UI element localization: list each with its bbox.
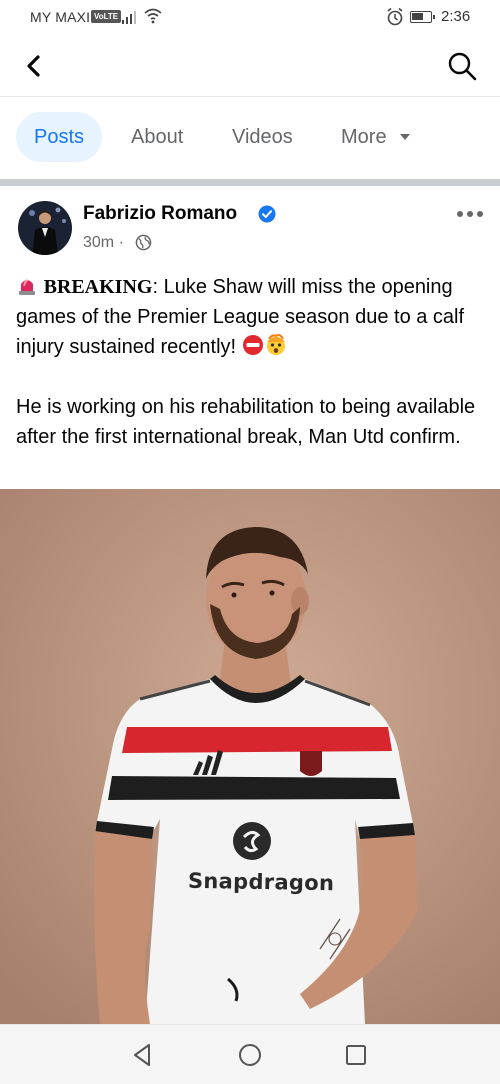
battery-icon bbox=[410, 11, 435, 23]
post-text: BREAKING: Luke Shaw will miss the openin… bbox=[16, 272, 488, 452]
recents-square-icon[interactable] bbox=[342, 1041, 370, 1069]
tab-about[interactable]: About bbox=[131, 112, 183, 162]
status-bar: MY MAXIS VoLTE 2:36 bbox=[0, 0, 500, 36]
exploding-head-icon bbox=[266, 334, 285, 355]
clock: 2:36 bbox=[441, 8, 471, 25]
tab-posts[interactable]: Posts bbox=[16, 112, 103, 162]
siren-icon bbox=[19, 279, 35, 295]
carrier-name: MY MAXIS bbox=[30, 9, 100, 25]
breaking-label: BREAKING bbox=[43, 276, 153, 298]
post-image[interactable]: Snapdragon bbox=[0, 489, 500, 1024]
chevron-left-icon[interactable] bbox=[20, 52, 48, 80]
post-author[interactable]: Fabrizio Romano bbox=[83, 203, 237, 225]
app-header bbox=[0, 36, 500, 97]
verified-badge-icon bbox=[258, 205, 276, 223]
more-options-icon[interactable] bbox=[456, 210, 484, 218]
back-triangle-icon[interactable] bbox=[129, 1041, 157, 1069]
home-circle-icon[interactable] bbox=[236, 1041, 264, 1069]
wifi-icon bbox=[144, 8, 162, 24]
post-paragraph-2: He is working on his rehabilitation to b… bbox=[16, 396, 476, 448]
section-divider bbox=[0, 179, 500, 186]
system-nav-bar bbox=[0, 1024, 500, 1084]
post-meta: 30m · bbox=[83, 234, 124, 251]
volte-badge: VoLTE bbox=[91, 10, 122, 23]
avatar[interactable] bbox=[18, 201, 72, 255]
page-tabs: Posts About Videos More bbox=[0, 97, 500, 179]
tab-more[interactable]: More bbox=[341, 112, 412, 162]
post-time[interactable]: 30m bbox=[83, 234, 114, 251]
tab-more-label: More bbox=[341, 126, 387, 148]
shirt-sponsor-text: Snapdragon bbox=[187, 868, 335, 896]
no-entry-icon bbox=[242, 335, 263, 355]
alarm-icon bbox=[387, 7, 403, 26]
post-paragraph-1: BREAKING: Luke Shaw will miss the openin… bbox=[16, 272, 488, 362]
globe-icon bbox=[135, 234, 152, 251]
tab-videos[interactable]: Videos bbox=[232, 112, 293, 162]
signal-icon bbox=[122, 11, 136, 24]
caret-down-icon bbox=[400, 134, 411, 140]
search-icon[interactable] bbox=[446, 50, 478, 82]
